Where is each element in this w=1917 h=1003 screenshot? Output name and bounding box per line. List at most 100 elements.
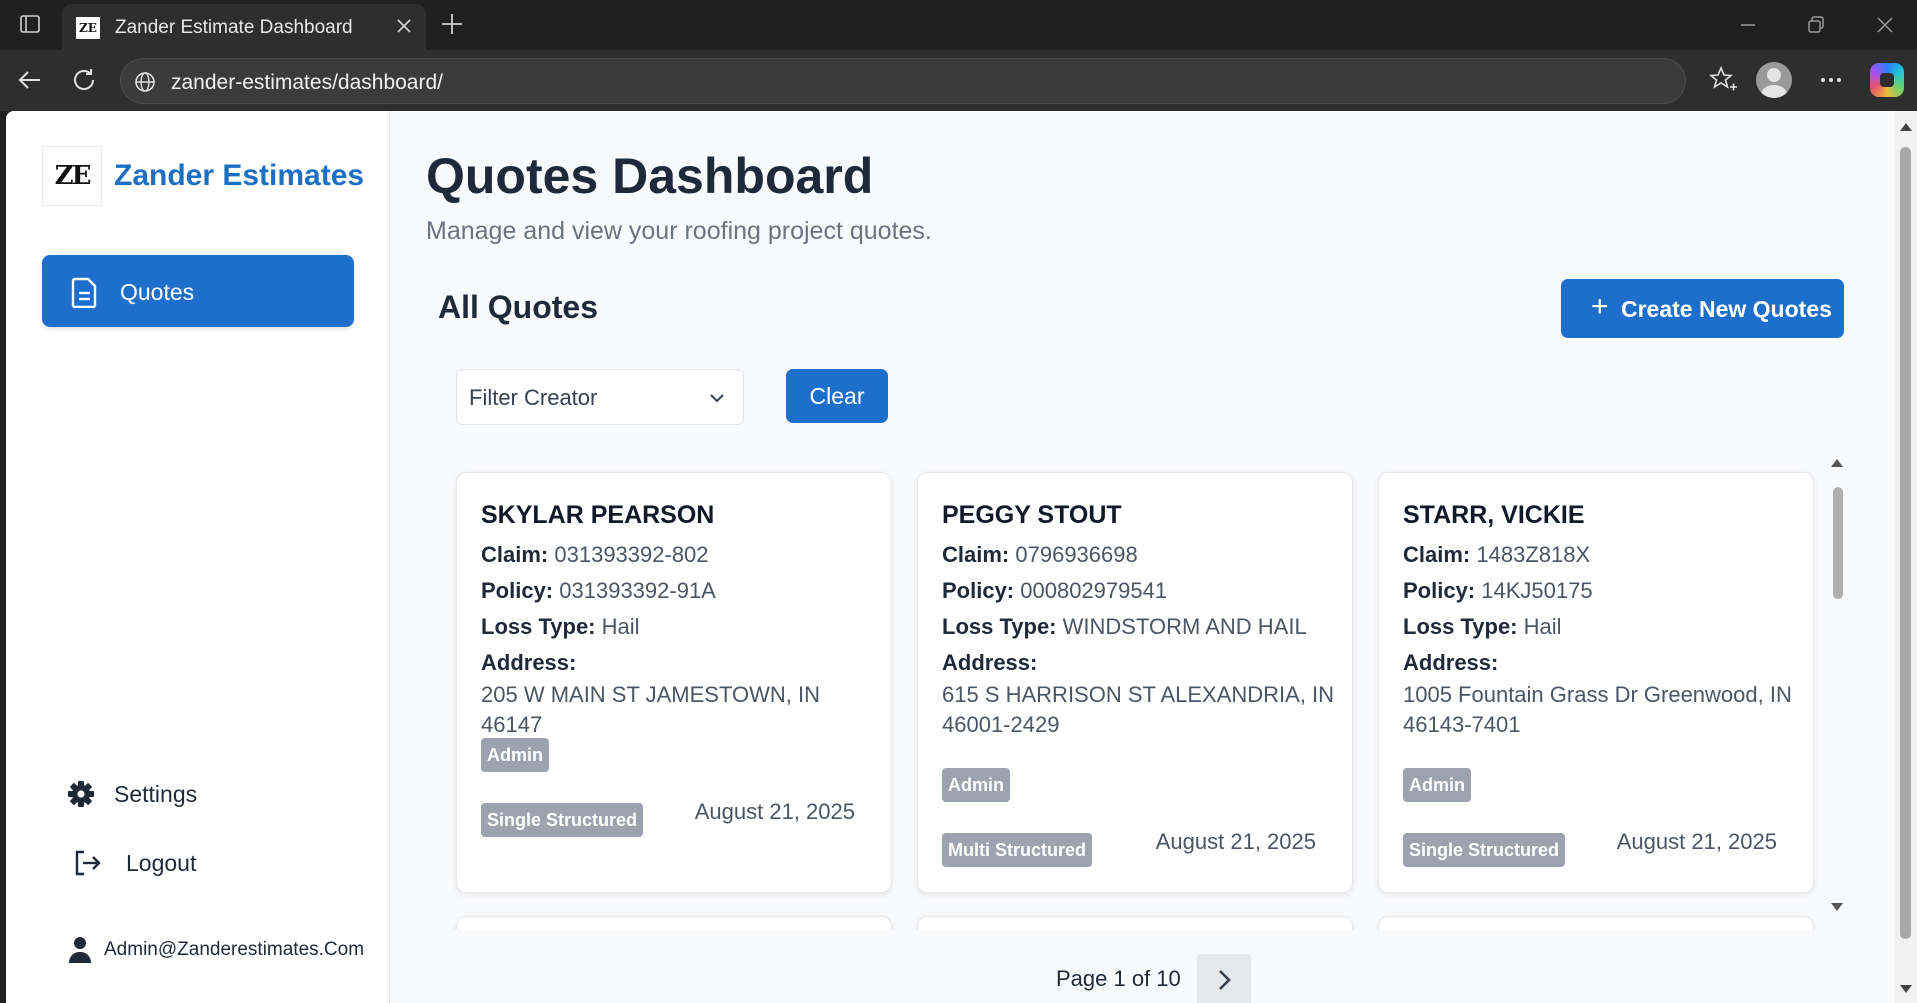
tab-title: Zander Estimate Dashboard <box>115 17 353 38</box>
sidebar-item-settings[interactable]: Settings <box>62 775 282 815</box>
page-scrollbar-thumb[interactable] <box>1900 147 1911 939</box>
scroll-up-icon[interactable] <box>1830 457 1844 469</box>
profile-avatar-icon[interactable] <box>1756 62 1792 98</box>
loss-type-value: Hail <box>1523 614 1562 639</box>
policy-label: Policy: <box>481 578 554 603</box>
creator-badge: Admin <box>481 738 549 772</box>
policy-line: Policy: 000802979541 <box>942 578 1167 604</box>
create-button-label: Create New Quotes <box>1621 296 1832 322</box>
address-value: 1005 Fountain Grass Dr Greenwood, IN 461… <box>1403 682 1792 737</box>
creator-badge: Admin <box>1403 768 1471 802</box>
address-line: Address: <box>481 650 576 676</box>
policy-value: 000802979541 <box>1020 578 1168 603</box>
favicon-icon: ZE <box>76 17 100 39</box>
claim-line: Claim: 1483Z818X <box>1403 542 1590 568</box>
address-label: Address: <box>1403 650 1499 675</box>
close-tab-icon[interactable] <box>394 16 414 36</box>
reload-icon[interactable] <box>68 64 100 96</box>
brand-name[interactable]: Zander Estimates <box>114 159 364 193</box>
chevron-right-icon <box>1219 970 1231 990</box>
browser-toolbar: zander-estimates/dashboard/ <box>0 50 1917 111</box>
address-label: Address: <box>942 650 1038 675</box>
quote-date: August 21, 2025 <box>1616 829 1777 854</box>
address-value: 205 W MAIN ST JAMESTOWN, IN 46147 <box>481 682 821 737</box>
restore-icon[interactable] <box>1803 12 1829 38</box>
claim-value: 1483Z818X <box>1476 542 1591 567</box>
loss-type-line: Loss Type: Hail <box>481 614 640 640</box>
creator-badge: Admin <box>942 768 1010 802</box>
pagination-status: Page 1 of 10 <box>1056 966 1181 991</box>
loss-type-label: Loss Type: <box>1403 614 1518 639</box>
structure-badge: Single Structured <box>481 803 644 837</box>
quote-date: August 21, 2025 <box>694 799 855 824</box>
policy-label: Policy: <box>1403 578 1476 603</box>
chevron-down-icon <box>710 394 724 403</box>
policy-value: 031393392-91A <box>559 578 716 603</box>
logout-label: Logout <box>126 850 197 876</box>
claim-line: Claim: 0796936698 <box>942 542 1138 568</box>
new-tab-icon[interactable] <box>438 10 466 38</box>
gear-icon <box>68 781 94 807</box>
page-scroll-up-icon[interactable] <box>1899 121 1913 133</box>
client-name: PEGGY STOUT <box>942 501 1122 529</box>
page-viewport: ZE Zander Estimates Quotes Settings Logo… <box>6 111 1917 1003</box>
loss-type-value: WINDSTORM AND HAIL <box>1062 614 1307 639</box>
logo: ZE <box>42 146 102 206</box>
back-icon[interactable] <box>14 64 46 96</box>
logout-icon <box>75 850 101 876</box>
loss-type-line: Loss Type: Hail <box>1403 614 1562 640</box>
page-scroll-down-icon[interactable] <box>1899 983 1913 995</box>
favorites-icon[interactable] <box>1706 63 1740 97</box>
quotes-grid: SKYLAR PEARSON Claim: 031393392-802 Poli… <box>446 456 1856 930</box>
scroll-down-icon[interactable] <box>1830 901 1844 913</box>
user-email: Admin@Zanderestimates.Com <box>104 939 365 960</box>
quote-card-partial[interactable] <box>1378 916 1814 930</box>
document-icon <box>71 277 97 308</box>
quote-card[interactable]: SKYLAR PEARSON Claim: 031393392-802 Poli… <box>456 472 892 893</box>
structure-badge: Multi Structured <box>942 833 1092 867</box>
loss-type-value: Hail <box>601 614 640 639</box>
policy-label: Policy: <box>942 578 1015 603</box>
plus-icon: + <box>1591 290 1609 323</box>
filter-select-value: Filter Creator <box>469 385 598 410</box>
client-name: STARR, VICKIE <box>1403 501 1585 529</box>
page-title: Quotes Dashboard <box>426 148 874 204</box>
quote-card[interactable]: PEGGY STOUT Claim: 0796936698 Policy: 00… <box>917 472 1353 893</box>
claim-value: 031393392-802 <box>554 542 709 567</box>
policy-line: Policy: 14KJ50175 <box>1403 578 1593 604</box>
page-subtitle: Manage and view your roofing project quo… <box>426 217 932 245</box>
sidebar-item-label: Quotes <box>120 279 195 305</box>
sidebar: ZE Zander Estimates Quotes Settings Logo… <box>6 111 390 1003</box>
copilot-icon[interactable] <box>1870 63 1904 97</box>
settings-label: Settings <box>114 781 198 807</box>
page-scrollbar[interactable] <box>1894 111 1917 1003</box>
quote-card-partial[interactable] <box>456 916 892 930</box>
filter-creator-select[interactable]: Filter Creator <box>456 369 744 425</box>
browser-tab[interactable]: ZE Zander Estimate Dashboard <box>62 4 426 50</box>
close-window-icon[interactable] <box>1872 12 1898 38</box>
client-name: SKYLAR PEARSON <box>481 501 715 529</box>
claim-value: 0796936698 <box>1015 542 1138 567</box>
cards-scrollbar[interactable] <box>1826 457 1848 917</box>
clear-button[interactable]: Clear <box>786 369 888 423</box>
address-bar[interactable]: zander-estimates/dashboard/ <box>120 58 1686 104</box>
loss-type-label: Loss Type: <box>481 614 596 639</box>
more-options-icon[interactable] <box>1814 63 1848 97</box>
next-page-button[interactable] <box>1197 954 1251 1003</box>
user-icon <box>69 937 91 963</box>
address-label: Address: <box>481 650 577 675</box>
minimize-icon[interactable] <box>1735 12 1761 38</box>
url-text: zander-estimates/dashboard/ <box>171 71 443 94</box>
policy-line: Policy: 031393392-91A <box>481 578 716 604</box>
quote-card-partial[interactable] <box>917 916 1353 930</box>
create-new-quotes-button[interactable]: + Create New Quotes <box>1561 279 1844 338</box>
current-user: Admin@Zanderestimates.Com <box>62 933 382 967</box>
tab-actions-icon[interactable] <box>18 12 42 36</box>
address-line: Address: <box>1403 650 1498 676</box>
sidebar-item-logout[interactable]: Logout <box>62 844 282 884</box>
sidebar-item-quotes[interactable]: Quotes <box>42 255 354 327</box>
quote-card[interactable]: STARR, VICKIE Claim: 1483Z818X Policy: 1… <box>1378 472 1814 893</box>
claim-line: Claim: 031393392-802 <box>481 542 709 568</box>
structure-badge: Single Structured <box>1403 833 1566 867</box>
cards-scrollbar-thumb[interactable] <box>1833 487 1843 599</box>
